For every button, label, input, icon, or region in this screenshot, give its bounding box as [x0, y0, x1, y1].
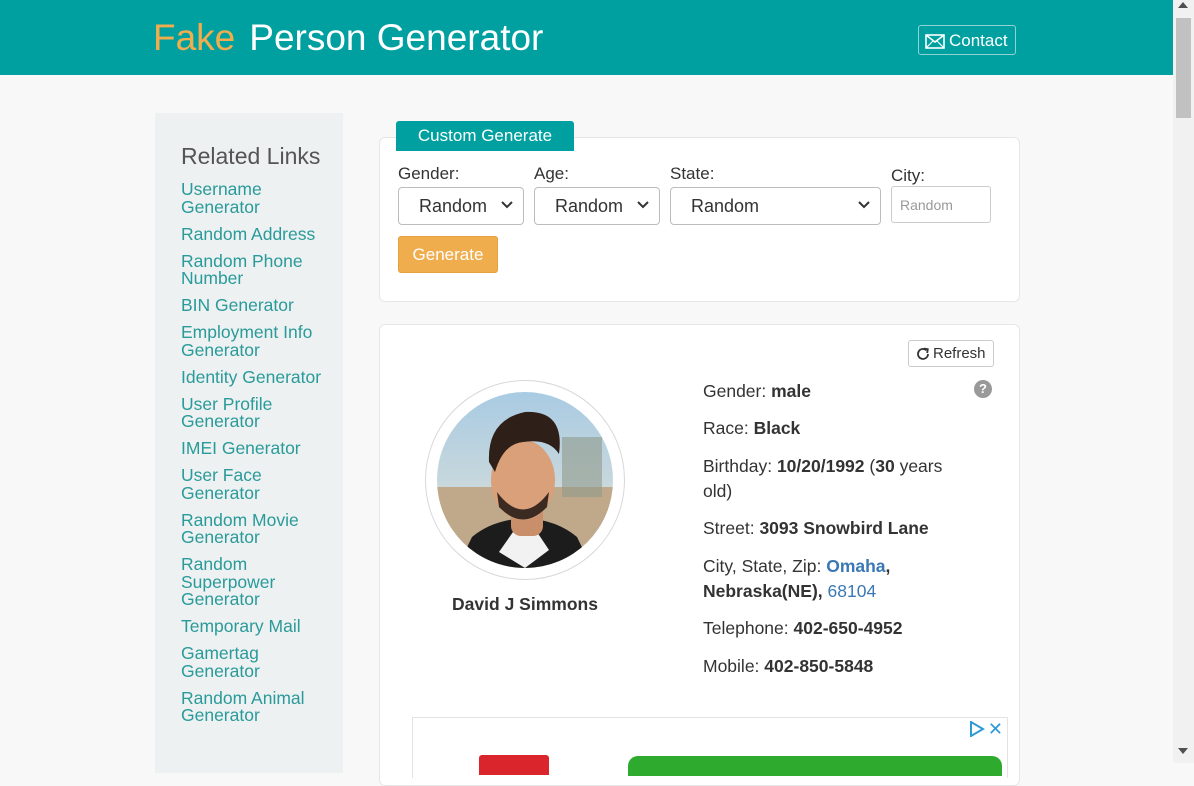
mobile-value: 402-850-5848 — [764, 656, 874, 676]
age-select-value: Random — [555, 196, 624, 216]
sidebar-link-identity-generator[interactable]: Identity Generator — [181, 368, 336, 387]
sidebar-link-random-phone-number[interactable]: Random Phone Number — [181, 252, 336, 288]
street-value: 3093 Snowbird Lane — [759, 518, 929, 538]
birthday-row: Birthday: 10/20/1992 (30 years old) — [703, 454, 973, 504]
sidebar-link-username-generator[interactable]: Username Generator — [181, 180, 336, 216]
telephone-row-label: Telephone: — [703, 618, 789, 638]
ad-green-button[interactable] — [628, 756, 1002, 776]
contact-button[interactable]: Contact — [918, 25, 1016, 55]
scroll-up-arrow-icon[interactable] — [1178, 2, 1188, 8]
related-links-sidebar: Related Links Username Generator Random … — [155, 113, 343, 773]
age-select[interactable]: Random — [534, 187, 660, 225]
refresh-icon — [917, 347, 929, 360]
sidebar-link-random-animal-generator[interactable]: Random Animal Generator — [181, 689, 336, 725]
adchoices-play-icon[interactable] — [969, 721, 985, 737]
state-select-value: Random — [691, 196, 760, 216]
gender-row-label: Gender: — [703, 381, 767, 401]
telephone-row: Telephone: 402-650-4952 — [703, 616, 973, 641]
question-circle-icon[interactable]: ? — [974, 380, 992, 398]
sidebar-link-random-movie-generator[interactable]: Random Movie Generator — [181, 511, 336, 547]
scrollbar-thumb[interactable] — [1176, 18, 1191, 118]
site-logo[interactable]: Fake Person Generator — [153, 17, 543, 59]
advertisement-banner[interactable]: ✕ — [412, 717, 1008, 778]
sidebar-link-bin-generator[interactable]: BIN Generator — [181, 296, 336, 315]
refresh-label: Refresh — [933, 345, 986, 362]
sidebar-title: Related Links — [181, 143, 321, 169]
chevron-down-icon — [501, 201, 513, 209]
mobile-row-label: Mobile: — [703, 656, 760, 676]
scroll-down-arrow-icon[interactable] — [1178, 748, 1188, 754]
page-scrollbar[interactable] — [1173, 0, 1194, 763]
age-label: Age: — [534, 164, 569, 183]
contact-label: Contact — [949, 31, 1008, 50]
envelope-icon — [925, 34, 945, 49]
state-select[interactable]: Random — [670, 187, 881, 225]
custom-generate-tab: Custom Generate — [396, 121, 574, 151]
gender-select[interactable]: Random — [398, 187, 524, 225]
street-row-label: Street: — [703, 518, 755, 538]
refresh-button[interactable]: Refresh — [908, 340, 994, 367]
logo-rest-text: Person Generator — [249, 17, 544, 58]
birthday-value: 10/20/1992 — [776, 456, 865, 476]
city-state-zip-label: City, State, Zip: — [703, 556, 822, 576]
age-value: 30 — [875, 456, 895, 476]
sidebar-link-user-profile-generator[interactable]: User Profile Generator — [181, 395, 336, 431]
city-label: City: — [891, 166, 925, 185]
state-label: State: — [670, 164, 715, 183]
site-header: Fake Person Generator Contact — [0, 0, 1173, 75]
close-icon[interactable]: ✕ — [988, 720, 1003, 738]
race-row-label: Race: — [703, 418, 749, 438]
sidebar-link-random-address[interactable]: Random Address — [181, 225, 336, 244]
sidebar-link-temporary-mail[interactable]: Temporary Mail — [181, 617, 336, 636]
gender-value: male — [771, 381, 811, 401]
street-row: Street: 3093 Snowbird Lane — [703, 516, 973, 541]
race-value: Black — [753, 418, 801, 438]
avatar — [437, 392, 613, 568]
city-link[interactable]: Omaha — [826, 556, 885, 576]
race-row: Race: Black — [703, 416, 973, 441]
chevron-down-icon — [637, 201, 649, 209]
state-value: Nebraska(NE) — [703, 581, 818, 601]
city-state-zip-row: City, State, Zip: Omaha, Nebraska(NE), 6… — [703, 556, 891, 601]
related-links-list: Username Generator Random Address Random… — [181, 180, 336, 734]
sidebar-link-user-face-generator[interactable]: User Face Generator — [181, 466, 336, 502]
gender-row: Gender: male — [703, 379, 973, 404]
sidebar-link-random-superpower-generator[interactable]: Random Superpower Generator — [181, 555, 336, 609]
sidebar-link-imei-generator[interactable]: IMEI Generator — [181, 439, 336, 458]
gender-select-value: Random — [419, 196, 488, 216]
ad-red-shape — [479, 755, 549, 775]
gender-label: Gender: — [398, 164, 460, 183]
person-name: David J Simmons — [452, 594, 598, 614]
age-open: ( — [864, 456, 876, 476]
generate-button[interactable]: Generate — [398, 236, 498, 273]
telephone-value: 402-650-4952 — [793, 618, 903, 638]
city-input[interactable] — [891, 186, 991, 223]
zip-link[interactable]: 68104 — [828, 581, 877, 601]
sidebar-link-gamertag-generator[interactable]: Gamertag Generator — [181, 644, 336, 680]
birthday-row-label: Birthday: — [703, 456, 773, 476]
mobile-row: Mobile: 402-850-5848 — [703, 654, 973, 679]
chevron-down-icon — [858, 201, 870, 209]
avatar-photo — [437, 392, 613, 568]
sidebar-link-employment-info-generator[interactable]: Employment Info Generator — [181, 323, 336, 359]
logo-fake-text: Fake — [153, 17, 236, 58]
